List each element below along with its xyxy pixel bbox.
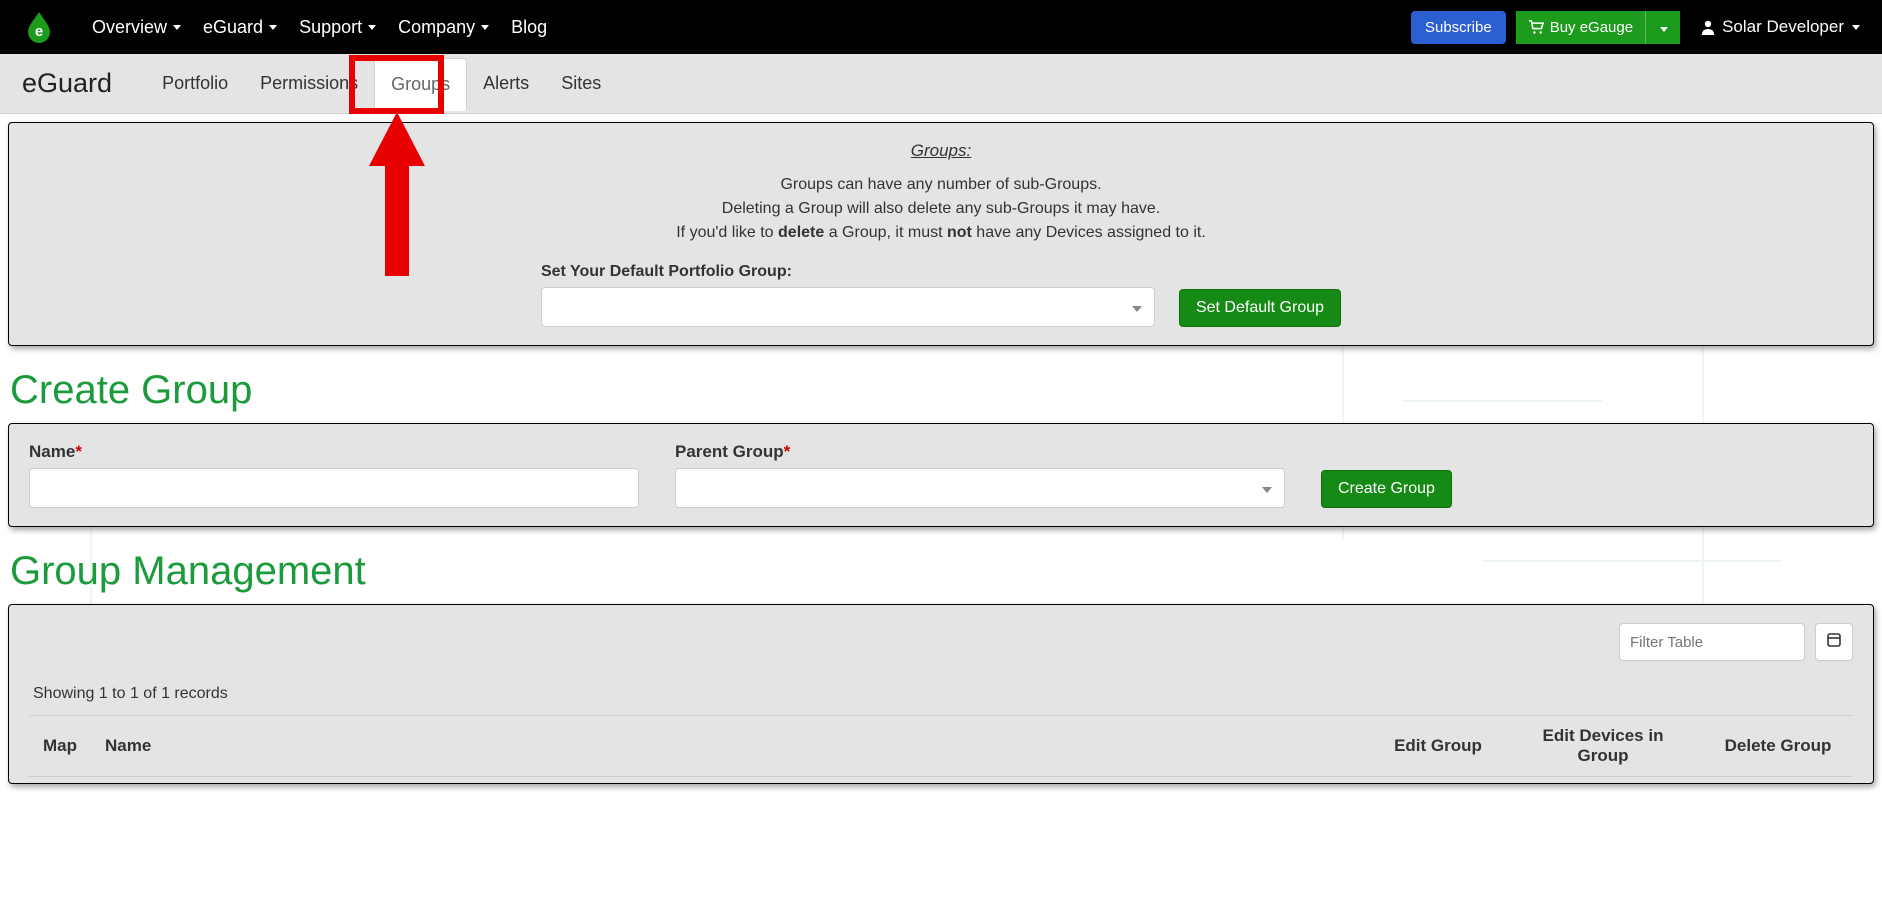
cart-icon [1528, 20, 1544, 34]
default-group-select[interactable] [541, 287, 1155, 327]
brand-title: eGuard [22, 54, 112, 113]
help-line3: If you'd like to delete a Group, it must… [29, 221, 1853, 245]
subscribe-button[interactable]: Subscribe [1411, 11, 1506, 44]
col-map[interactable]: Map [29, 716, 91, 777]
svg-text:e: e [35, 23, 43, 40]
tab-permissions[interactable]: Permissions [244, 58, 374, 110]
user-icon [1700, 19, 1716, 35]
buy-label: Buy eGauge [1550, 19, 1633, 36]
filter-table-input[interactable] [1619, 623, 1805, 661]
col-edit-devices[interactable]: Edit Devices in Group [1503, 716, 1703, 777]
columns-icon [1826, 632, 1842, 652]
name-label: Name* [29, 442, 639, 462]
caret-down-icon [1262, 480, 1272, 497]
caret-down-icon [1132, 299, 1142, 316]
user-menu[interactable]: Solar Developer [1700, 17, 1860, 37]
col-edit-group[interactable]: Edit Group [1373, 716, 1503, 777]
caret-down-icon [269, 25, 277, 30]
tab-alerts[interactable]: Alerts [467, 58, 545, 110]
logo-icon[interactable]: e [22, 10, 56, 44]
group-management-panel: Showing 1 to 1 of 1 records Map Name Edi… [8, 604, 1874, 784]
tab-portfolio[interactable]: Portfolio [146, 58, 244, 110]
toggle-columns-button[interactable] [1815, 623, 1853, 661]
col-delete-group[interactable]: Delete Group [1703, 716, 1853, 777]
user-name: Solar Developer [1722, 17, 1844, 37]
create-group-button[interactable]: Create Group [1321, 470, 1452, 508]
help-title: Groups: [29, 141, 1853, 161]
group-name-input[interactable] [29, 468, 639, 508]
nav-label: eGuard [203, 17, 263, 38]
group-management-heading: Group Management [10, 549, 1872, 594]
set-default-group-button[interactable]: Set Default Group [1179, 289, 1341, 327]
nav-eguard[interactable]: eGuard [195, 11, 285, 44]
nav-label: Support [299, 17, 362, 38]
records-count: Showing 1 to 1 of 1 records [33, 685, 1849, 703]
nav-label: Company [398, 17, 475, 38]
groups-table: Map Name Edit Group Edit Devices in Grou… [29, 715, 1853, 777]
tab-sites[interactable]: Sites [545, 58, 617, 110]
top-nav-links: Overview eGuard Support Company Blog [84, 11, 555, 44]
tabs: Portfolio Permissions Groups Alerts Site… [146, 58, 617, 110]
caret-down-icon [1660, 27, 1668, 32]
caret-down-icon [481, 25, 489, 30]
create-group-heading: Create Group [10, 368, 1872, 413]
tab-groups[interactable]: Groups [374, 58, 467, 111]
nav-label: Overview [92, 17, 167, 38]
caret-down-icon [173, 25, 181, 30]
default-group-label: Set Your Default Portfolio Group: [541, 263, 1155, 281]
create-group-panel: Name* Parent Group* Create Group [8, 423, 1874, 527]
nav-overview[interactable]: Overview [84, 11, 189, 44]
caret-down-icon [1852, 25, 1860, 30]
secondary-navbar: eGuard Portfolio Permissions Groups Aler… [0, 54, 1882, 114]
buy-dropdown-toggle[interactable] [1645, 11, 1680, 44]
parent-group-label: Parent Group* [675, 442, 1285, 462]
nav-support[interactable]: Support [291, 11, 384, 44]
buy-egauge-button[interactable]: Buy eGauge [1516, 11, 1680, 44]
nav-label: Blog [511, 17, 547, 38]
groups-help-panel: Groups: Groups can have any number of su… [8, 122, 1874, 346]
required-mark: * [75, 442, 82, 461]
caret-down-icon [368, 25, 376, 30]
help-line2: Deleting a Group will also delete any su… [29, 197, 1853, 221]
col-name[interactable]: Name [91, 716, 1373, 777]
parent-group-select[interactable] [675, 468, 1285, 508]
help-line1: Groups can have any number of sub-Groups… [29, 173, 1853, 197]
top-navbar: e Overview eGuard Support Company Blog S… [0, 0, 1882, 54]
nav-blog[interactable]: Blog [503, 11, 555, 44]
nav-company[interactable]: Company [390, 11, 497, 44]
required-mark: * [784, 442, 791, 461]
